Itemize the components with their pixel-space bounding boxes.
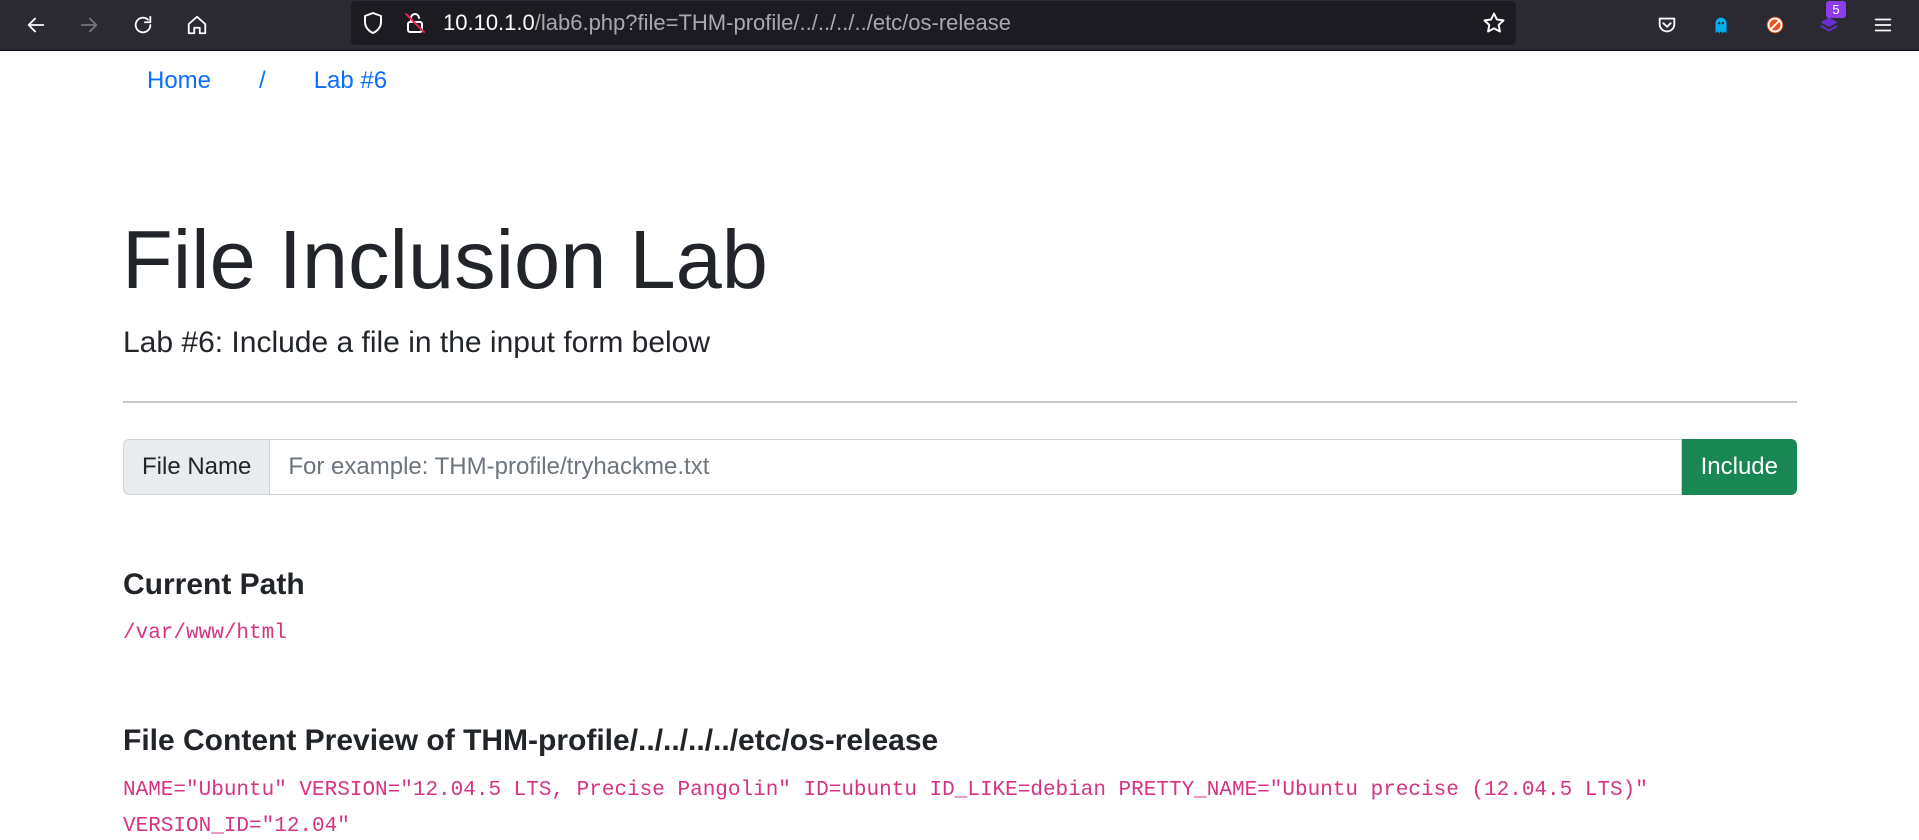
file-preview-prefix: File Content Preview of [123,724,455,757]
page-subtitle: Lab #6: Include a file in the input form… [123,326,711,359]
include-button[interactable]: Include [1681,439,1797,495]
extension-badge: 5 [1826,1,1846,18]
file-preview-filename: THM-profile/../../../../etc/os-release [463,724,939,757]
file-preview-heading: File Content Preview of THM-profile/../.… [123,723,938,759]
reload-button[interactable] [124,6,162,44]
breadcrumb-current-link[interactable]: Lab #6 [314,67,387,95]
breadcrumb: Home / Lab #6 [147,66,387,96]
current-path-heading: Current Path [123,568,305,601]
blocked-extension-icon [1766,16,1784,34]
page-title: File Inclusion Lab [122,213,768,306]
current-path-value: /var/www/html [123,622,287,645]
reload-icon [134,15,152,34]
pocket-icon [1658,17,1676,33]
bookmark-star-icon[interactable] [1482,11,1506,35]
arrow-right-icon [80,17,98,33]
insecure-lock-icon[interactable] [403,11,427,35]
back-button[interactable] [17,6,55,44]
ghost-icon [1715,17,1727,34]
divider [123,401,1797,403]
file-content-line-2: VERSION_ID="12.04" [123,815,350,838]
file-name-label: File Name [123,439,270,495]
home-icon [187,15,207,35]
shield-icon[interactable] [361,11,385,35]
file-content-line-1: NAME="Ubuntu" VERSION="12.04.5 LTS, Prec… [123,779,1648,802]
include-form: File Name Include [123,439,1797,495]
url-host: 10.10.1.0 [443,10,535,35]
menu-button[interactable] [1864,6,1902,44]
browser-toolbar: 10.10.1.0/lab6.php?file=THM-profile/../.… [0,0,1919,51]
url-bar[interactable]: 10.10.1.0/lab6.php?file=THM-profile/../.… [351,1,1516,45]
url-text[interactable]: 10.10.1.0/lab6.php?file=THM-profile/../.… [443,1,1011,45]
breadcrumb-home-link[interactable]: Home [147,67,211,95]
url-path: /lab6.php?file=THM-profile/../../../../e… [534,10,1012,35]
breadcrumb-separator: / [259,67,266,94]
pocket-button[interactable] [1648,6,1686,44]
home-button[interactable] [178,6,216,44]
file-name-input[interactable] [269,439,1682,495]
blocker-extension-button[interactable] [1756,6,1794,44]
arrow-left-icon [27,17,45,33]
hamburger-menu-icon [1874,18,1892,32]
forward-button[interactable] [70,6,108,44]
ghostery-extension-button[interactable] [1702,6,1740,44]
